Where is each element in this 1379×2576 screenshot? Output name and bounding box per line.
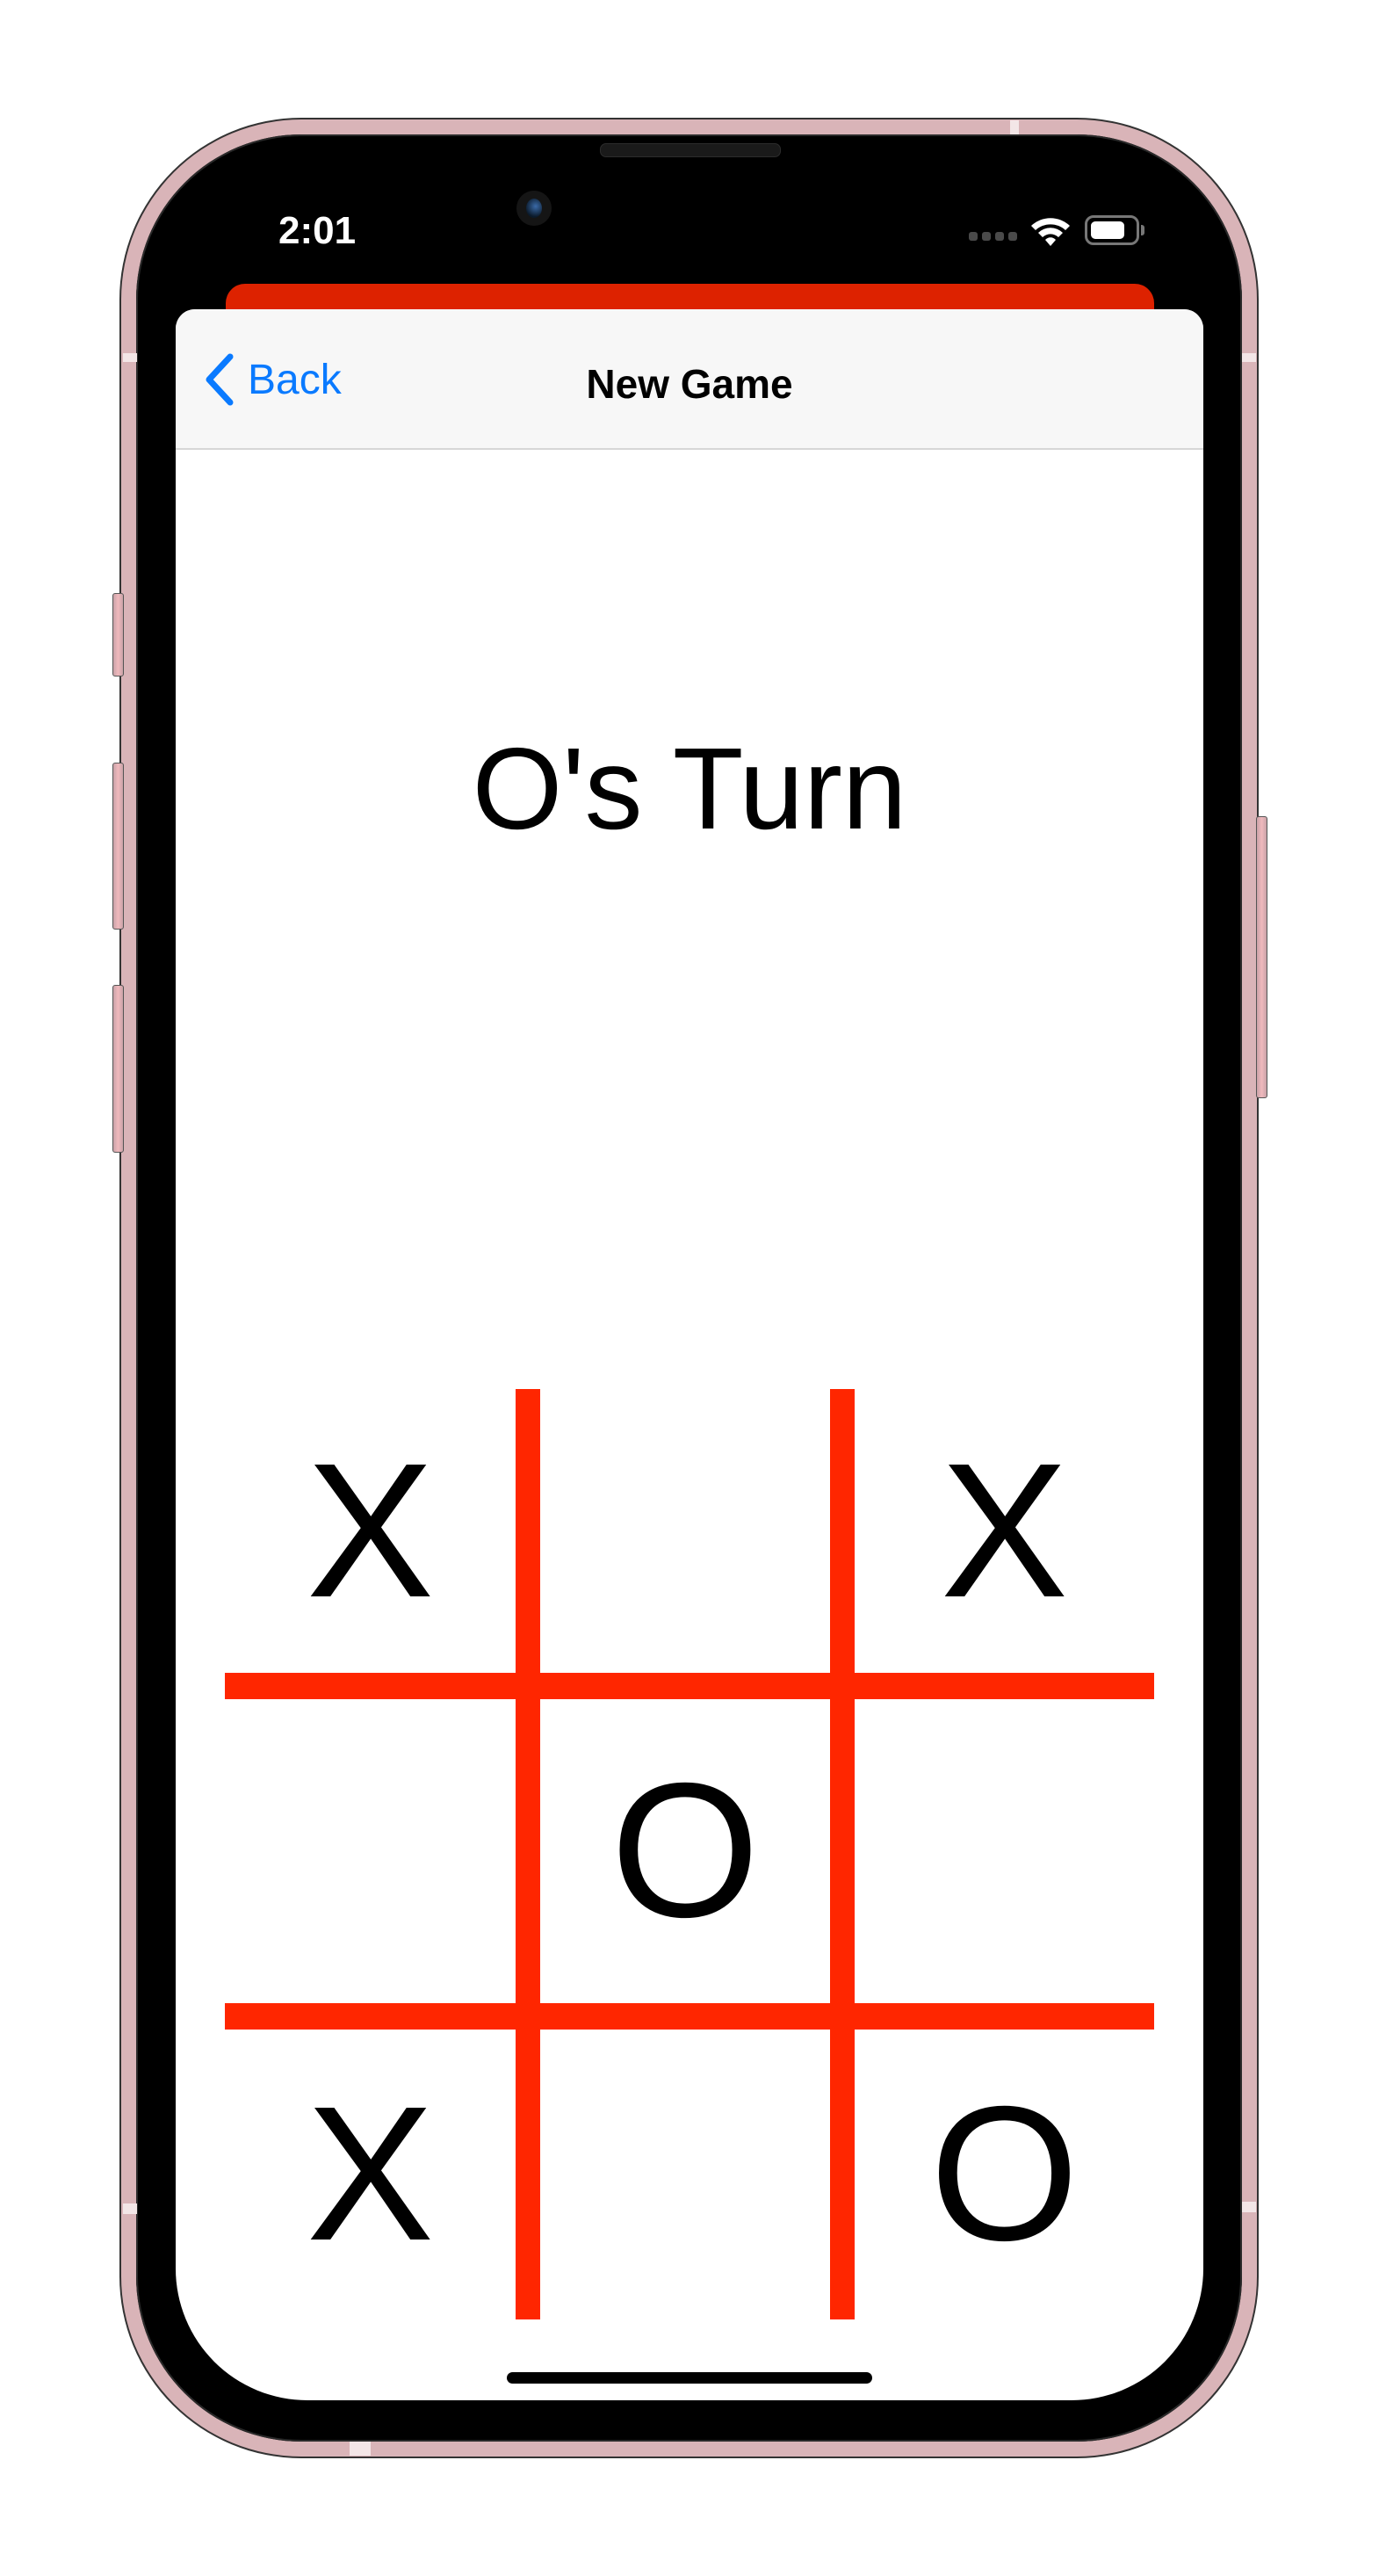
wifi-icon: [1031, 218, 1070, 246]
volume-up-button: [112, 763, 124, 930]
navigation-bar: Back New Game: [176, 309, 1203, 450]
tic-tac-toe-board: X X O X O: [225, 1389, 1154, 2319]
board-cell-r2-c3[interactable]: [855, 1699, 1154, 2003]
board-cell-r1-c1[interactable]: X: [225, 1389, 516, 1673]
board-cell-r3-c1[interactable]: X: [225, 2030, 516, 2319]
grid-line-horizontal-2: [225, 2003, 1154, 2030]
board-cell-r3-c3[interactable]: O: [855, 2030, 1154, 2319]
antenna-line: [350, 2442, 371, 2456]
board-cell-r1-c2[interactable]: [540, 1389, 830, 1673]
grid-line-vertical-2: [830, 1389, 855, 2319]
antenna-line: [1242, 353, 1256, 362]
power-button: [1256, 816, 1267, 1098]
board-cell-r1-c3[interactable]: X: [855, 1389, 1154, 1673]
speaker-grille: [600, 143, 781, 157]
antenna-line: [123, 353, 137, 362]
page-title: New Game: [586, 361, 793, 407]
game-sheet: Back New Game O's Turn X X O X O: [176, 309, 1203, 2400]
front-camera-icon: [516, 191, 552, 226]
antenna-line: [1242, 2202, 1256, 2212]
battery-cap: [1141, 225, 1144, 235]
grid-line-vertical-1: [516, 1389, 540, 2319]
home-indicator[interactable]: [507, 2372, 872, 2384]
battery-icon: [1085, 215, 1139, 245]
board-cell-r3-c2[interactable]: [540, 2030, 830, 2319]
turn-indicator: O's Turn: [472, 724, 907, 853]
battery-level-fill: [1091, 221, 1124, 239]
antenna-line: [1010, 120, 1019, 134]
board-cell-r2-c2[interactable]: O: [540, 1699, 830, 2003]
status-time: 2:01: [278, 209, 357, 252]
volume-down-button: [112, 985, 124, 1153]
antenna-line: [123, 2203, 137, 2214]
grid-line-horizontal-1: [225, 1673, 1154, 1699]
action-button: [112, 593, 124, 677]
signal-dots-icon: [969, 232, 1017, 241]
board-cell-r2-c1[interactable]: [225, 1699, 516, 2003]
